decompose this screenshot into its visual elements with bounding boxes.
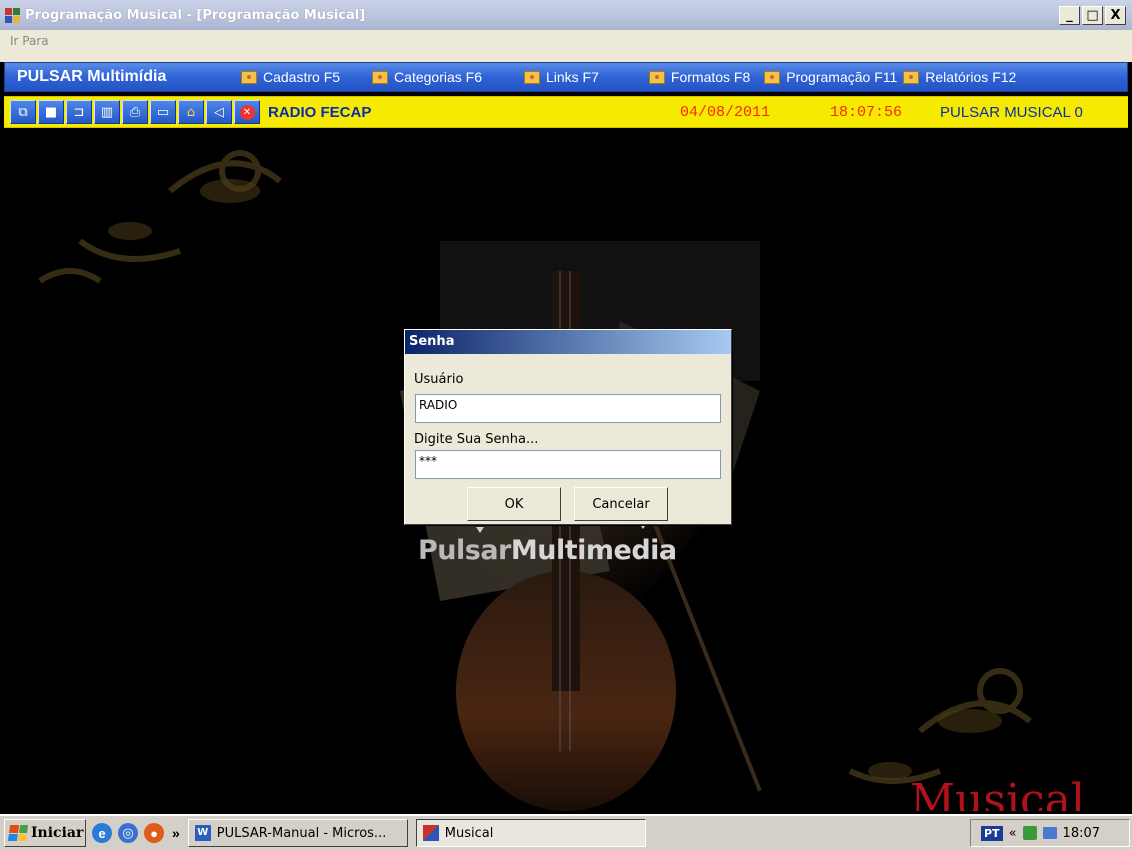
window-controls: _ □ X (1059, 6, 1126, 25)
folder-icon (372, 70, 389, 84)
nav-item-label: Categorias F6 (394, 69, 482, 85)
home-icon: ⌂ (186, 104, 196, 120)
open-button[interactable]: ⊐ (66, 100, 92, 124)
save-button[interactable]: ■ (38, 100, 64, 124)
nav-item-relatorios[interactable]: Relatórios F12 (903, 69, 1016, 85)
copy-icon: ⧉ (18, 104, 28, 120)
folder-icon (523, 70, 540, 84)
cancel-button[interactable]: Cancelar (574, 487, 668, 521)
current-date: 04/08/2011 (680, 103, 771, 121)
status-label: PULSAR MUSICAL 0 (940, 103, 1083, 121)
nav-item-label: Formatos F8 (670, 69, 751, 85)
monitor-icon: ▭ (156, 104, 170, 120)
folder-icon (903, 70, 920, 84)
title-bar[interactable]: Programação Musical - [Programação Music… (0, 0, 1132, 30)
folder-icon (241, 70, 257, 84)
sound-off-icon: ◁ (214, 104, 224, 120)
system-tray: PT « 18:07 (970, 819, 1130, 847)
taskbar: Iniciar e ◎ ● » W PULSAR-Manual - Micros… (0, 814, 1132, 850)
user-label: Usuário (414, 372, 464, 387)
toolbar: ⧉ ■ ⊐ ▥ ⎙ ▭ ⌂ ◁ ✕ RADIO FECAP 04/08/2011… (4, 96, 1128, 128)
nav-item-label: Relatórios F12 (925, 69, 1017, 85)
task-label: Musical (444, 825, 494, 841)
network-icon[interactable] (1022, 826, 1037, 840)
monitor-tray-icon[interactable] (1042, 827, 1057, 839)
window-title: Programação Musical - [Programação Music… (25, 7, 366, 23)
exit-button[interactable]: ✕ (234, 100, 260, 124)
ok-button[interactable]: OK (467, 487, 561, 521)
folder-icon (648, 70, 665, 84)
outlook-icon[interactable]: ◎ (118, 823, 138, 843)
menu-bar: Ir Para (0, 30, 1132, 52)
musical-watermark: Musical (910, 775, 1085, 811)
print-icon: ⎙ (129, 104, 141, 120)
close-button[interactable]: X (1105, 6, 1126, 25)
word-icon: W (194, 825, 211, 841)
nav-item-label: Links F7 (545, 69, 599, 85)
nav-item-programacao[interactable]: Programação F11 (764, 69, 897, 85)
task-musical[interactable]: Musical (415, 819, 646, 847)
menu-spacer (0, 52, 1132, 62)
app-icon (422, 825, 439, 841)
delete-button[interactable]: ▥ (94, 100, 120, 124)
password-field[interactable]: *** (415, 450, 721, 479)
tray-expand-button[interactable]: « (1009, 826, 1017, 841)
delete-icon: ▥ (100, 104, 114, 120)
open-folder-icon: ⊐ (73, 104, 85, 120)
maximize-button[interactable]: □ (1082, 6, 1103, 25)
windows-logo-icon (7, 825, 29, 841)
close-circle-icon: ✕ (239, 104, 255, 120)
tray-clock[interactable]: 18:07 (1063, 826, 1100, 841)
nav-item-formatos[interactable]: Formatos F8 (648, 69, 751, 85)
menu-ir-para[interactable]: Ir Para (10, 34, 49, 48)
monitor-button[interactable]: ▭ (150, 100, 176, 124)
nav-item-label: Programação F11 (786, 69, 898, 85)
app-icon (5, 8, 20, 23)
login-dialog: Senha Usuário RADIO Digite Sua Senha... … (404, 329, 732, 525)
dialog-title[interactable]: Senha (405, 330, 731, 354)
quicklaunch-chevron[interactable]: » (172, 825, 180, 841)
language-indicator[interactable]: PT (981, 825, 1003, 841)
current-time: 18:07:56 (830, 103, 903, 121)
pulsar-logo: PulsarMultimedia (418, 535, 677, 566)
sound-button[interactable]: ◁ (206, 100, 232, 124)
internet-explorer-icon[interactable]: e (92, 823, 112, 843)
nav-item-categorias[interactable]: Categorias F6 (372, 69, 482, 85)
nav-item-cadastro[interactable]: Cadastro F5 (241, 69, 340, 85)
copy-button[interactable]: ⧉ (10, 100, 36, 124)
nav-item-links[interactable]: Links F7 (523, 69, 599, 85)
task-word-manual[interactable]: W PULSAR-Manual - Micros... (187, 819, 408, 847)
user-field[interactable]: RADIO (415, 394, 721, 423)
print-button[interactable]: ⎙ (122, 100, 148, 124)
home-button[interactable]: ⌂ (178, 100, 204, 124)
start-button[interactable]: Iniciar (4, 819, 86, 847)
station-name: RADIO FECAP (268, 103, 372, 121)
media-player-icon[interactable]: ● (144, 823, 164, 843)
minimize-button[interactable]: _ (1059, 6, 1080, 25)
nav-item-label: Cadastro F5 (263, 69, 341, 85)
nav-bar: PULSAR Multimídia Cadastro F5 Categorias… (4, 62, 1128, 92)
password-label: Digite Sua Senha... (414, 432, 539, 447)
save-icon: ■ (44, 104, 58, 120)
start-label: Iniciar (31, 825, 84, 841)
folder-icon (764, 70, 781, 84)
task-label: PULSAR-Manual - Micros... (216, 825, 387, 841)
nav-brand: PULSAR Multimídia (17, 68, 167, 85)
